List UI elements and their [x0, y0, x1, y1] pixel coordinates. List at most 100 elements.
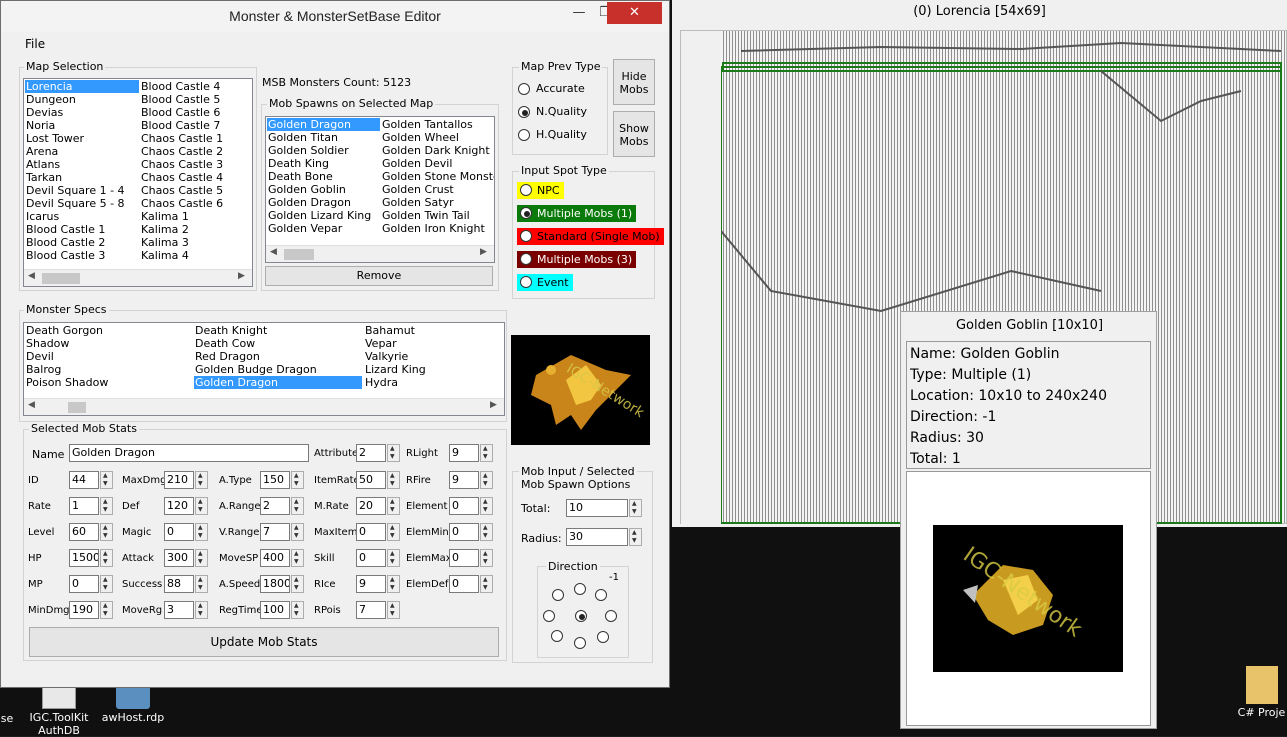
- input-spot-option[interactable]: Multiple Mobs (1): [517, 205, 637, 222]
- spawn-list-item[interactable]: Golden Twin Tail: [381, 209, 494, 222]
- radio-button[interactable]: [520, 207, 532, 219]
- monster-spec-item[interactable]: Poison Shadow: [25, 376, 193, 389]
- spawn-list-item[interactable]: Golden Devil: [381, 157, 494, 170]
- hide-mobs-button[interactable]: Hide Mobs: [613, 59, 655, 105]
- map-list-item[interactable]: Blood Castle 6: [140, 106, 252, 119]
- map-list-item[interactable]: Chaos Castle 5: [140, 184, 252, 197]
- stat-spinner[interactable]: [195, 471, 208, 489]
- update-mob-stats-button[interactable]: Update Mob Stats: [29, 627, 499, 657]
- mob-spawn-list[interactable]: Golden Dragon Golden Titan Golden Soldier D…: [265, 116, 495, 263]
- spawn-list-item[interactable]: Golden Satyr: [381, 196, 494, 209]
- input-spot-option[interactable]: Event: [517, 274, 573, 291]
- stat-spinner[interactable]: [480, 549, 493, 567]
- stat-field[interactable]: 3: [164, 601, 194, 619]
- map-list-item[interactable]: Kalima 3: [140, 236, 252, 249]
- monster-spec-item[interactable]: Vepar: [364, 337, 504, 350]
- map-list-item[interactable]: Blood Castle 2: [25, 236, 139, 249]
- stat-spinner[interactable]: [195, 549, 208, 567]
- minimize-button[interactable]: —: [565, 2, 593, 24]
- stat-spinner[interactable]: [195, 601, 208, 619]
- monster-spec-item[interactable]: Devil: [25, 350, 193, 363]
- map-list[interactable]: Lorencia Dungeon Devias Noria Lost Tower Aren…: [23, 78, 253, 287]
- map-list-item[interactable]: Lost Tower: [25, 132, 139, 145]
- rlight-field[interactable]: 9: [449, 444, 479, 462]
- spawn-list-item[interactable]: Golden Titan: [267, 131, 380, 144]
- map-list-item[interactable]: Arena: [25, 145, 139, 158]
- spawn-list-item[interactable]: Golden Tantallos: [381, 118, 494, 131]
- map-list-item[interactable]: Chaos Castle 2: [140, 145, 252, 158]
- input-spot-option[interactable]: NPC: [517, 182, 564, 199]
- stat-field[interactable]: 7: [356, 601, 386, 619]
- stat-field[interactable]: 2: [260, 497, 290, 515]
- stat-field[interactable]: 88: [164, 575, 194, 593]
- spawn-list-item[interactable]: Golden Vepar: [267, 222, 380, 235]
- direction-radio[interactable]: [575, 610, 587, 622]
- stat-field[interactable]: 9: [356, 575, 386, 593]
- map-list-item[interactable]: Noria: [25, 119, 139, 132]
- radio-button[interactable]: [520, 184, 532, 196]
- radio-button[interactable]: [520, 276, 532, 288]
- map-list-item[interactable]: Chaos Castle 6: [140, 197, 252, 210]
- stat-field[interactable]: 0: [449, 575, 479, 593]
- monster-spec-item[interactable]: Valkyrie: [364, 350, 504, 363]
- map-list-item[interactable]: Kalima 4: [140, 249, 252, 262]
- input-spot-option[interactable]: Multiple Mobs (3): [517, 251, 637, 268]
- spawn-list-item[interactable]: Golden Crust: [381, 183, 494, 196]
- spawn-list-scrollbar[interactable]: ◀ ▶: [266, 245, 494, 262]
- stat-spinner[interactable]: [387, 549, 400, 567]
- map-list-item[interactable]: Chaos Castle 4: [140, 171, 252, 184]
- stat-field[interactable]: 400: [260, 549, 290, 567]
- direction-radio[interactable]: [551, 630, 563, 642]
- map-list-item[interactable]: Devil Square 1 - 4: [25, 184, 139, 197]
- stat-spinner[interactable]: [387, 497, 400, 515]
- stat-spinner[interactable]: [291, 601, 304, 619]
- spawn-list-item[interactable]: Death Bone: [267, 170, 380, 183]
- stat-spinner[interactable]: [387, 575, 400, 593]
- radio-button[interactable]: [520, 253, 532, 265]
- map-list-item[interactable]: Blood Castle 3: [25, 249, 139, 262]
- map-list-item[interactable]: Blood Castle 5: [140, 93, 252, 106]
- desktop-icon-toolkit[interactable]: IGC.ToolKit AuthDB: [24, 683, 94, 737]
- show-mobs-button[interactable]: Show Mobs: [613, 111, 655, 157]
- monster-spec-item[interactable]: Shadow: [25, 337, 193, 350]
- radius-field[interactable]: 30: [566, 528, 628, 546]
- stat-field[interactable]: 1800: [260, 575, 290, 593]
- stat-spinner[interactable]: [100, 549, 113, 567]
- stat-spinner[interactable]: [291, 471, 304, 489]
- stat-spinner[interactable]: [291, 497, 304, 515]
- attribute-field[interactable]: 2: [356, 444, 386, 462]
- map-list-item[interactable]: Chaos Castle 3: [140, 158, 252, 171]
- direction-radio[interactable]: [574, 583, 586, 595]
- map-list-item[interactable]: Devias: [25, 106, 139, 119]
- monster-spec-item[interactable]: Lizard King: [364, 363, 504, 376]
- total-spinner[interactable]: [629, 499, 642, 517]
- input-spot-option[interactable]: Standard (Single Mob): [517, 228, 664, 245]
- spawn-list-item[interactable]: Golden Dragon: [267, 118, 380, 131]
- monster-spec-item[interactable]: Golden Budge Dragon: [194, 363, 362, 376]
- map-list-scrollbar[interactable]: ◀ ▶: [24, 269, 252, 286]
- direction-radio[interactable]: [574, 637, 586, 649]
- radio-button[interactable]: [518, 83, 530, 95]
- stat-spinner[interactable]: [387, 601, 400, 619]
- map-list-item[interactable]: Tarkan: [25, 171, 139, 184]
- stat-field[interactable]: 0: [69, 575, 99, 593]
- stat-field[interactable]: 120: [164, 497, 194, 515]
- direction-radio[interactable]: [595, 589, 607, 601]
- stat-field[interactable]: 1: [69, 497, 99, 515]
- direction-radio[interactable]: [597, 631, 609, 643]
- stat-field[interactable]: 60: [69, 523, 99, 541]
- stat-field[interactable]: 0: [164, 523, 194, 541]
- stat-spinner[interactable]: [100, 523, 113, 541]
- map-list-item[interactable]: Devil Square 5 - 8: [25, 197, 139, 210]
- remove-button[interactable]: Remove: [265, 266, 493, 286]
- spawn-list-item[interactable]: Golden Dragon: [267, 196, 380, 209]
- stat-spinner[interactable]: [100, 601, 113, 619]
- monster-specs-list[interactable]: Death Gorgon Shadow Devil Balrog Poison Shad…: [23, 322, 505, 416]
- stat-field[interactable]: 0: [449, 523, 479, 541]
- stat-field[interactable]: 210: [164, 471, 194, 489]
- spawn-list-item[interactable]: Golden Wheel: [381, 131, 494, 144]
- stat-field[interactable]: 0: [449, 549, 479, 567]
- radio-button[interactable]: [518, 129, 530, 141]
- stat-field[interactable]: 150: [260, 471, 290, 489]
- direction-radio[interactable]: [552, 589, 564, 601]
